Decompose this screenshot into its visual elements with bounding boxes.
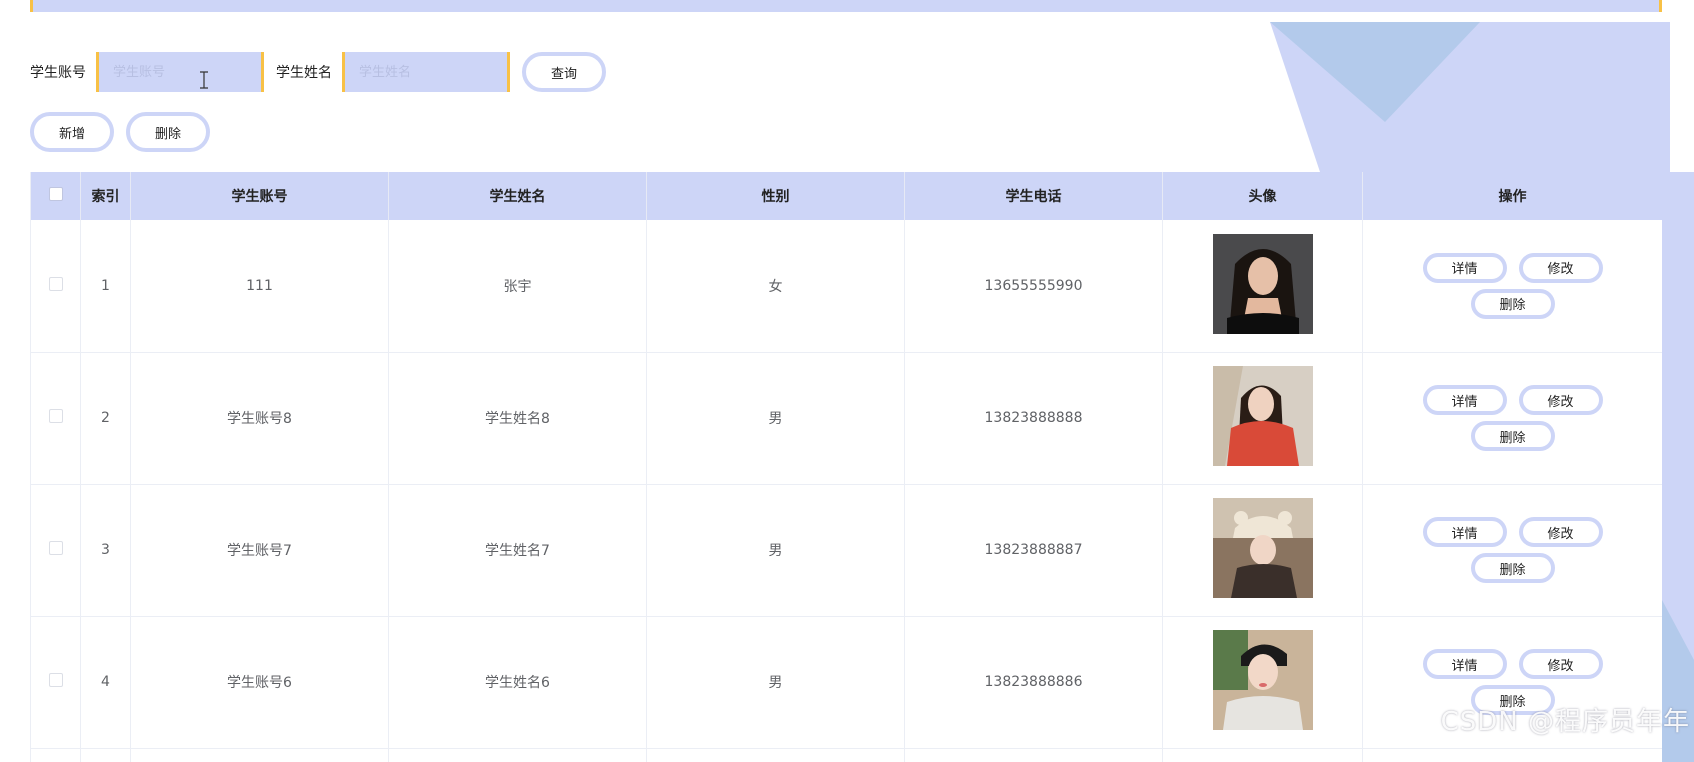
cell-operations: 详情 修改 删除 <box>1362 352 1662 485</box>
watermark: CSDN @程序员年年 <box>1440 707 1690 737</box>
cell-gender: 女 <box>646 220 905 353</box>
cell-name: 学生姓名6 <box>388 616 647 749</box>
cell-account: 学生账号7 <box>130 484 389 617</box>
detail-button[interactable]: 详情 <box>1422 517 1507 547</box>
header-select-all <box>30 172 81 220</box>
cell-avatar <box>1162 352 1363 485</box>
action-bar: 新增 删除 <box>30 112 210 152</box>
cell-avatar <box>1162 220 1363 353</box>
text-cursor-icon <box>200 71 208 89</box>
search-bar: 学生账号 学生姓名 查询 <box>30 52 606 92</box>
cell-gender: 男 <box>646 484 905 617</box>
row-checkbox[interactable] <box>48 276 63 291</box>
row-select-cell <box>30 616 81 749</box>
table-row: 3 学生账号7 学生姓名7 男 13823888887 详情 修改 删除 <box>30 484 1662 617</box>
account-search-input[interactable] <box>96 52 264 92</box>
table-header-row: 索引 学生账号 学生姓名 性别 学生电话 头像 操作 <box>30 172 1662 220</box>
cell-gender: 男 <box>646 616 905 749</box>
cell-name: 学生姓名8 <box>388 352 647 485</box>
avatar <box>1212 233 1313 334</box>
row-delete-button[interactable]: 删除 <box>1470 421 1555 451</box>
table-row: 4 学生账号6 学生姓名6 男 13823888886 详情 修改 删除 <box>30 616 1662 749</box>
edit-button[interactable]: 修改 <box>1518 252 1603 283</box>
row-delete-button[interactable]: 删除 <box>1470 288 1555 319</box>
row-select-cell <box>30 484 81 617</box>
cell-phone: 13823888887 <box>904 484 1163 617</box>
header-avatar: 头像 <box>1162 172 1363 220</box>
row-checkbox[interactable] <box>48 673 63 687</box>
header-gender: 性别 <box>646 172 905 220</box>
cell-phone: 13655555990 <box>904 220 1163 353</box>
row-checkbox[interactable] <box>48 409 63 423</box>
edit-button[interactable]: 修改 <box>1518 385 1603 415</box>
header-index: 索引 <box>80 172 131 220</box>
cell-name: 张宇 <box>388 220 647 353</box>
top-banner <box>30 0 1662 12</box>
cell-index: 1 <box>80 220 131 353</box>
account-label: 学生账号 <box>30 65 86 81</box>
edit-button[interactable]: 修改 <box>1518 517 1603 547</box>
cell-operations: 详情 修改 删除 <box>1362 220 1662 353</box>
cell-phone: 13823888888 <box>904 352 1163 485</box>
query-button[interactable]: 查询 <box>522 52 606 92</box>
edit-button[interactable]: 修改 <box>1518 649 1603 679</box>
detail-button[interactable]: 详情 <box>1422 649 1507 679</box>
row-checkbox[interactable] <box>48 541 63 555</box>
select-all-checkbox[interactable] <box>48 187 63 201</box>
cell-account: 111 <box>130 220 389 353</box>
cell-avatar <box>1162 484 1363 617</box>
cell-index: 2 <box>80 352 131 485</box>
cell-account: 学生账号6 <box>130 616 389 749</box>
name-search-input[interactable] <box>342 52 510 92</box>
header-phone: 学生电话 <box>904 172 1163 220</box>
header-name: 学生姓名 <box>388 172 647 220</box>
cell-phone: 13823888886 <box>904 616 1163 749</box>
cell-name: 学生姓名7 <box>388 484 647 617</box>
row-delete-button[interactable]: 删除 <box>1470 553 1555 583</box>
header-account: 学生账号 <box>130 172 389 220</box>
cell-gender: 男 <box>646 352 905 485</box>
avatar <box>1212 630 1313 730</box>
delete-selected-button[interactable]: 删除 <box>126 112 210 152</box>
add-button[interactable]: 新增 <box>30 112 114 152</box>
cell-index: 3 <box>80 484 131 617</box>
cell-avatar <box>1162 616 1363 749</box>
avatar <box>1212 498 1313 598</box>
student-table: 索引 学生账号 学生姓名 性别 学生电话 头像 操作 1 111 张宇 女 13… <box>30 172 1662 762</box>
cell-account: 学生账号8 <box>130 352 389 485</box>
cell-operations: 详情 修改 删除 <box>1362 484 1662 617</box>
name-label: 学生姓名 <box>276 65 332 81</box>
row-select-cell <box>30 352 81 485</box>
table-row: 1 111 张宇 女 13655555990 详情 修改 删除 <box>30 220 1662 353</box>
detail-button[interactable]: 详情 <box>1422 385 1507 415</box>
header-operations: 操作 <box>1362 172 1662 220</box>
table-row-partial <box>30 748 1662 762</box>
avatar <box>1212 366 1313 466</box>
detail-button[interactable]: 详情 <box>1422 252 1507 283</box>
row-select-cell <box>30 220 81 353</box>
table-row: 2 学生账号8 学生姓名8 男 13823888888 详情 修改 删除 <box>30 352 1662 485</box>
cell-index: 4 <box>80 616 131 749</box>
